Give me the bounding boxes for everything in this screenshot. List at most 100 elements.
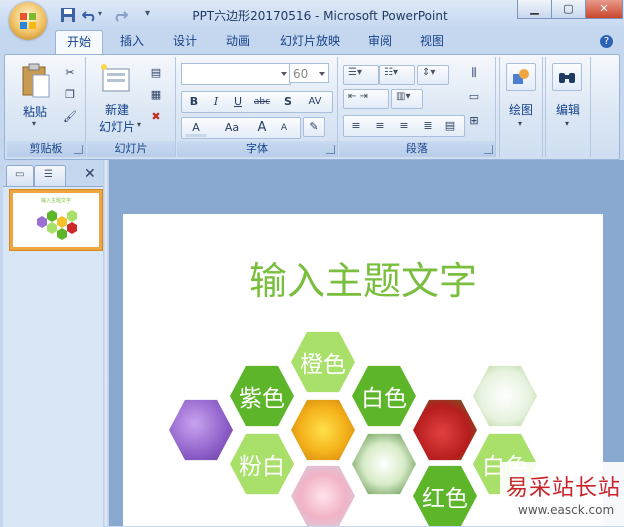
customize-qat-icon[interactable]: ▾ — [145, 8, 150, 19]
slide-title[interactable]: 输入主题文字 — [123, 250, 603, 305]
font-name-combo[interactable] — [181, 63, 291, 85]
align-center-icon[interactable]: ≡ — [369, 116, 391, 136]
tab-insert[interactable]: 插入 — [110, 30, 154, 53]
font-launcher-icon[interactable] — [326, 145, 335, 154]
outline-tab[interactable]: ☰ — [34, 165, 66, 186]
line-spacing-icon: ⇕▾ — [422, 67, 436, 78]
new-slide-label-1[interactable]: 新建 — [89, 101, 145, 118]
slides-tab[interactable]: ▭ — [6, 165, 34, 186]
office-button[interactable] — [9, 2, 47, 40]
save-icon[interactable] — [60, 7, 76, 23]
drawing-group[interactable]: 绘图 ▾ — [499, 57, 543, 157]
pane-tabs: ▭ ☰ ✕ — [6, 165, 102, 187]
drawing-icon-box — [506, 63, 536, 91]
bold-button[interactable]: B — [183, 92, 205, 112]
paragraph-group: ☰▾ ☷▾ ⇕▾ ⇤ ⇥ ▥▾ ≡ ≡ ≡ ≣ ▤ ⫼ ▭ ⊞ 段落 — [339, 57, 496, 157]
format-painter-icon[interactable]: 🖌 — [59, 107, 81, 127]
strikethrough-button[interactable]: abc — [251, 92, 273, 112]
thumb-title: 输入主题文字 — [40, 198, 71, 204]
smartart-icon[interactable]: ⊞ — [463, 111, 485, 131]
help-icon[interactable]: ? — [600, 35, 613, 48]
tab-design[interactable]: 设计 — [163, 30, 207, 53]
paste-button[interactable]: 粘贴 — [13, 103, 57, 120]
watermark-title: 易采站长站 — [506, 476, 622, 501]
indent-icon: ⇤ ⇥ — [348, 91, 368, 102]
clear-format-icon[interactable]: ✎ — [303, 117, 325, 137]
editing-icon-box — [552, 63, 582, 91]
maximize-button[interactable]: ▢ — [551, 0, 586, 19]
redo-icon[interactable] — [112, 7, 128, 23]
change-case-button[interactable]: Aa — [217, 118, 247, 138]
drawing-dropdown-icon[interactable]: ▾ — [518, 119, 522, 128]
delete-slide-icon[interactable]: ✖ — [145, 107, 167, 127]
paste-dropdown-icon[interactable]: ▾ — [32, 119, 36, 128]
tab-slideshow[interactable]: 幻灯片放映 — [270, 30, 350, 53]
font-size-dropdown-icon[interactable] — [319, 72, 325, 76]
reset-icon[interactable]: ▦ — [145, 85, 167, 105]
font-group-label: 字体 — [177, 141, 337, 157]
hex-lavender-photo — [169, 399, 233, 461]
font-size-combo[interactable]: 60 — [289, 63, 329, 83]
hex-purple: 紫色 — [230, 365, 294, 427]
shadow-button[interactable]: S — [277, 92, 299, 112]
editing-group[interactable]: 编辑 ▾ — [545, 57, 591, 157]
italic-button[interactable]: I — [205, 92, 227, 112]
editing-button[interactable]: 编辑 — [546, 101, 590, 118]
font-color-button[interactable]: A — [185, 118, 207, 137]
slides-group-label: 幻灯片 — [87, 141, 175, 157]
line-spacing-button[interactable]: ⇕▾ — [417, 65, 449, 85]
ribbon-tabs: 开始 插入 设计 动画 幻灯片放映 审阅 视图 ? — [0, 30, 624, 54]
undo-dropdown-icon[interactable]: ▾ — [98, 9, 102, 18]
new-slide-dropdown-icon[interactable]: ▾ — [137, 120, 141, 129]
undo-icon[interactable] — [82, 7, 98, 23]
slide-thumbnail[interactable]: 输入主题文字 — [10, 190, 102, 250]
hex-purple-label: 紫色 — [239, 386, 285, 412]
distribute-icon[interactable]: ▤ — [439, 116, 461, 136]
layout-icon[interactable]: ▤ — [145, 63, 167, 83]
columns-icon: ▥▾ — [396, 91, 411, 102]
hex-white-flower-photo — [352, 433, 416, 495]
hex-pinkwhite-label: 粉白 — [239, 454, 285, 480]
indent-buttons[interactable]: ⇤ ⇥ — [343, 89, 389, 109]
drawing-button[interactable]: 绘图 — [500, 101, 542, 118]
clipboard-launcher-icon[interactable] — [74, 145, 83, 154]
hex-orange: 橙色 — [291, 331, 355, 393]
hex-rose-photo — [413, 399, 477, 461]
numbering-icon: ☷▾ — [384, 67, 398, 78]
cut-icon[interactable]: ✂ — [59, 63, 81, 83]
minimize-button[interactable]: ▁ — [517, 0, 552, 19]
tab-animation[interactable]: 动画 — [216, 30, 260, 53]
slides-group: 新建 幻灯片 ▾ ▤ ▦ ✖ 幻灯片 — [87, 57, 176, 157]
font-name-dropdown-icon[interactable] — [281, 72, 287, 76]
editing-dropdown-icon[interactable]: ▾ — [565, 119, 569, 128]
paragraph-launcher-icon[interactable] — [484, 145, 493, 154]
pane-close-icon[interactable]: ✕ — [84, 166, 96, 182]
columns-button[interactable]: ▥▾ — [391, 89, 423, 109]
hex-white-label: 白色 — [361, 386, 407, 412]
numbering-button[interactable]: ☷▾ — [379, 65, 415, 85]
align-left-icon[interactable]: ≡ — [345, 116, 367, 136]
align-right-icon[interactable]: ≡ — [393, 116, 415, 136]
tab-view[interactable]: 视图 — [410, 30, 454, 53]
new-slide-icon — [101, 64, 130, 92]
char-spacing-button[interactable]: AV — [301, 92, 329, 112]
tab-review[interactable]: 审阅 — [358, 30, 402, 53]
hex-sunflower-photo — [291, 399, 355, 461]
copy-icon[interactable]: ❐ — [59, 85, 81, 105]
shrink-font-button[interactable]: A — [273, 118, 295, 138]
hex-orange-label: 橙色 — [300, 352, 346, 378]
bullets-button[interactable]: ☰▾ — [343, 65, 379, 85]
underline-button[interactable]: U — [227, 92, 249, 112]
paste-icon — [22, 63, 50, 98]
align-text-icon[interactable]: ▭ — [463, 87, 485, 107]
text-direction-icon[interactable]: ⫼ — [463, 63, 485, 83]
window-title: PPT六边形20170516 - Microsoft PowerPoint — [192, 9, 448, 23]
justify-icon[interactable]: ≣ — [417, 116, 439, 136]
hex-white-rose-photo — [473, 365, 537, 427]
outline-tab-icon: ☰ — [44, 169, 53, 180]
bullets-icon: ☰▾ — [348, 67, 362, 78]
close-button[interactable]: ✕ — [585, 0, 623, 19]
tab-home[interactable]: 开始 — [55, 30, 103, 54]
grow-font-button[interactable]: A — [251, 118, 273, 138]
paragraph-group-label: 段落 — [339, 141, 495, 157]
